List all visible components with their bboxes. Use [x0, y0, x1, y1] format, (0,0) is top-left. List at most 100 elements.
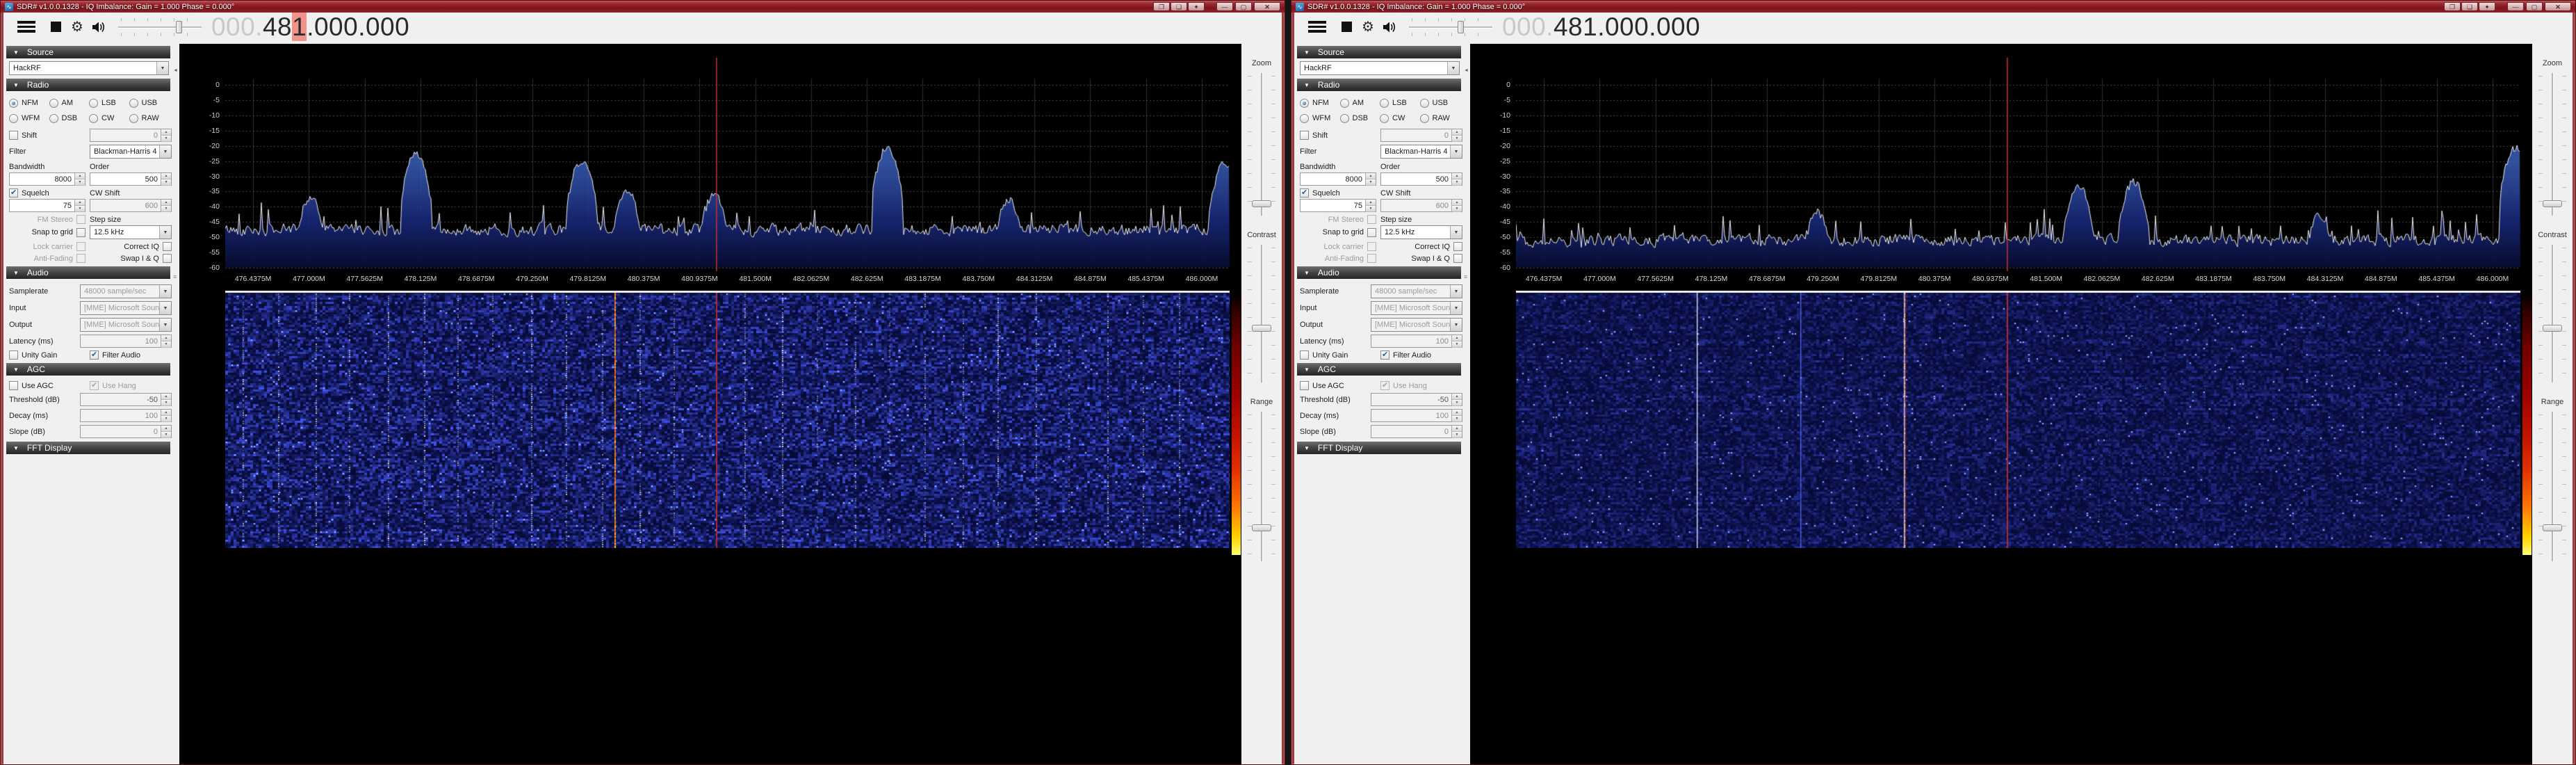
radio-button[interactable]: [89, 114, 98, 123]
mode-option-dsb[interactable]: DSB: [49, 111, 90, 126]
close-button[interactable]: ✕: [2545, 2, 2571, 11]
radio-button[interactable]: [1420, 99, 1429, 108]
latency-input[interactable]: 100▲▼: [1371, 335, 1462, 348]
titlebar[interactable]: ∿ SDR# v1.0.0.1328 - IQ Imbalance: Gain …: [1, 1, 1285, 13]
chevron-down-icon[interactable]: ▼: [1447, 62, 1459, 74]
spinner-buttons[interactable]: ▲▼: [161, 426, 171, 437]
filter-audio-checkbox[interactable]: [90, 351, 99, 360]
radio-button[interactable]: [1300, 99, 1309, 108]
source-device-select[interactable]: HackRF▼: [9, 61, 169, 75]
samplerate-select[interactable]: 48000 sample/sec▼: [80, 284, 172, 298]
chevron-down-icon[interactable]: ▼: [156, 62, 168, 74]
fm-stereo-checkbox[interactable]: [1367, 215, 1376, 224]
radio-button[interactable]: [129, 99, 138, 108]
radio-button[interactable]: [9, 99, 18, 108]
filter-audio-checkbox[interactable]: [1380, 351, 1389, 360]
slope-input[interactable]: 0▲▼: [1371, 425, 1462, 438]
audio-output-select[interactable]: [MME] Microsoft Soun▼: [1371, 318, 1462, 332]
agc-panel-header[interactable]: ▼AGC: [1297, 363, 1461, 376]
sidebar-splitter[interactable]: ◄ ≡: [1462, 44, 1470, 764]
mode-option-am[interactable]: AM: [1340, 95, 1380, 111]
chevron-down-icon[interactable]: ▼: [159, 319, 171, 331]
mode-option-raw[interactable]: RAW: [129, 111, 170, 126]
frequency-digits[interactable]: 481: [1554, 13, 1597, 41]
bandwidth-input[interactable]: 8000▲▼: [9, 172, 85, 186]
contrast-slider-thumb[interactable]: [2543, 325, 2562, 332]
radio-button[interactable]: [1300, 114, 1309, 123]
radio-button[interactable]: [49, 114, 58, 123]
maximize-button[interactable]: ▢: [1235, 2, 1252, 11]
fm-stereo-checkbox[interactable]: [76, 215, 85, 224]
slider-track[interactable]: [1261, 73, 1262, 216]
volume-thumb[interactable]: [176, 21, 182, 33]
radio-panel-header[interactable]: ▼Radio: [6, 79, 170, 91]
mode-option-lsb[interactable]: LSB: [1380, 95, 1420, 111]
step-size-select[interactable]: 12.5 kHz▼: [90, 225, 172, 239]
radio-button[interactable]: [1340, 114, 1349, 123]
swap-iq-checkbox[interactable]: [1453, 254, 1462, 263]
titlebar[interactable]: ∿ SDR# v1.0.0.1328 - IQ Imbalance: Gain …: [1291, 1, 2575, 13]
mode-option-cw[interactable]: CW: [89, 111, 129, 126]
spinner-buttons[interactable]: ▲▼: [1365, 173, 1376, 185]
radio-button[interactable]: [49, 99, 58, 108]
splitter-grip[interactable]: ≡: [1464, 273, 1467, 280]
chevron-down-icon[interactable]: ▼: [159, 145, 171, 158]
spinner-buttons[interactable]: ▲▼: [161, 394, 171, 405]
spinner-buttons[interactable]: ▲▼: [1451, 394, 1462, 405]
squelch-checkbox[interactable]: [9, 188, 18, 198]
chevron-down-icon[interactable]: ▼: [159, 226, 171, 239]
volume-track[interactable]: [1409, 26, 1492, 28]
step-size-select[interactable]: 12.5 kHz▼: [1380, 225, 1462, 239]
radio-button[interactable]: [1420, 114, 1429, 123]
contrast-slider-thumb[interactable]: [1252, 325, 1271, 332]
chevron-down-icon[interactable]: ▼: [1450, 226, 1462, 239]
settings-gear-icon[interactable]: ⚙: [71, 20, 83, 34]
spinner-buttons[interactable]: ▲▼: [161, 335, 171, 347]
fft-display-panel-header[interactable]: ▼FFT Display: [6, 442, 170, 454]
use-hang-checkbox[interactable]: [90, 381, 99, 390]
lock-carrier-checkbox[interactable]: [1367, 242, 1376, 251]
mode-option-wfm[interactable]: WFM: [1300, 111, 1340, 126]
stop-button[interactable]: [1342, 22, 1352, 32]
slider-track[interactable]: [2552, 245, 2553, 382]
swap-iq-checkbox[interactable]: [163, 254, 172, 263]
source-panel-header[interactable]: ▼Source: [1297, 46, 1461, 58]
spinner-buttons[interactable]: ▲▼: [74, 173, 85, 185]
spinner-buttons[interactable]: ▲▼: [161, 129, 171, 141]
audio-panel-header[interactable]: ▼Audio: [6, 266, 170, 279]
shift-checkbox[interactable]: [9, 131, 18, 140]
unity-gain-checkbox[interactable]: [9, 351, 18, 360]
radio-button[interactable]: [129, 114, 138, 123]
mode-option-raw[interactable]: RAW: [1420, 111, 1460, 126]
range-slider[interactable]: [1248, 412, 1275, 561]
threshold-input[interactable]: -50▲▼: [1371, 393, 1462, 406]
chevron-down-icon[interactable]: ▼: [1450, 145, 1462, 158]
unity-gain-checkbox[interactable]: [1300, 351, 1309, 360]
pin-button[interactable]: ✦: [1188, 2, 1205, 11]
speaker-icon[interactable]: [1383, 21, 1398, 33]
waterfall[interactable]: [225, 291, 1230, 548]
menu-button[interactable]: [17, 21, 35, 33]
mode-option-usb[interactable]: USB: [1420, 95, 1460, 111]
slider-track[interactable]: [2552, 412, 2553, 561]
use-hang-checkbox[interactable]: [1380, 381, 1389, 390]
lock-carrier-checkbox[interactable]: [76, 242, 85, 251]
splitter-grip[interactable]: ≡: [173, 273, 177, 280]
pin-button[interactable]: ✦: [2479, 2, 2495, 11]
anti-fading-checkbox[interactable]: [1367, 254, 1376, 263]
mode-option-nfm[interactable]: NFM: [9, 95, 49, 111]
audio-input-select[interactable]: [MME] Microsoft Soun▼: [1371, 301, 1462, 315]
spinner-buttons[interactable]: ▲▼: [1451, 410, 1462, 421]
order-input[interactable]: 500▲▼: [1380, 172, 1462, 186]
snap-to-grid-checkbox[interactable]: [1367, 228, 1376, 237]
volume-slider[interactable]: [1409, 18, 1492, 36]
frequency-digits-tail[interactable]: .000.000: [307, 13, 409, 41]
window-manager-button-2[interactable]: ❏: [1171, 2, 1187, 11]
zoom-slider-thumb[interactable]: [2543, 200, 2562, 207]
spinner-buttons[interactable]: ▲▼: [1451, 426, 1462, 437]
squelch-checkbox[interactable]: [1300, 188, 1309, 198]
frequency-display[interactable]: 000.481.000.000: [211, 13, 409, 41]
spinner-buttons[interactable]: ▲▼: [1451, 173, 1462, 185]
zoom-slider-thumb[interactable]: [1252, 200, 1271, 207]
spectrum-plot[interactable]: [1516, 58, 2520, 271]
